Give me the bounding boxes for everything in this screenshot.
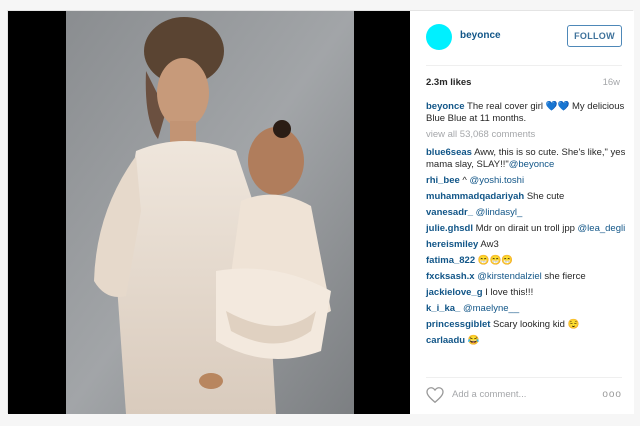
comment-text: 😁😁😁: [475, 255, 514, 266]
comment-mention[interactable]: @lindasyl_: [476, 207, 523, 218]
comment: princessgiblet Scary looking kid 😌: [426, 319, 626, 331]
comment: k_i_ka_ @maelyne__: [426, 303, 626, 315]
header-divider: [426, 65, 622, 66]
comment-username[interactable]: muhammadqadariyah: [426, 191, 524, 202]
caption-username[interactable]: beyonce: [426, 101, 465, 112]
follow-button[interactable]: FOLLOW: [567, 25, 622, 47]
post-age[interactable]: 16w: [603, 77, 620, 88]
post-media: [8, 11, 410, 414]
comment-mention[interactable]: @lea_degli: [578, 223, 626, 234]
comment-text: ^: [459, 175, 470, 186]
comment-username[interactable]: blue6seas: [426, 147, 472, 158]
comment: fatima_822 😁😁😁: [426, 255, 626, 267]
comment-text: I love this!!!: [482, 287, 534, 298]
post-username[interactable]: beyonce: [460, 30, 501, 41]
comment-username[interactable]: vanesadr_: [426, 207, 473, 218]
comment: fxcksash.x @kirstendalziel she fierce: [426, 271, 626, 283]
comment-username[interactable]: fxcksash.x: [426, 271, 475, 282]
comment-username[interactable]: julie.ghsdl: [426, 223, 473, 234]
comment-mention[interactable]: @beyonce: [509, 159, 555, 170]
caption: beyonce The real cover girl 💙💙 My delici…: [426, 101, 626, 125]
comment: vanesadr_ @lindasyl_: [426, 207, 626, 219]
heart-icon[interactable]: [426, 387, 444, 403]
post-modal: beyonce FOLLOW 2.3m likes 16w beyonce Th…: [7, 10, 634, 414]
likes-count[interactable]: 2.3m likes: [426, 77, 471, 88]
comment-mention[interactable]: @maelyne__: [463, 303, 519, 314]
comment-text: She cute: [524, 191, 565, 202]
comment: blue6seas Aww, this is so cute. She's li…: [426, 147, 626, 171]
comment: hereismiley Aw3: [426, 239, 626, 251]
comment-username[interactable]: carlaadu: [426, 335, 465, 346]
comments-list: beyonce The real cover girl 💙💙 My delici…: [426, 101, 626, 351]
photo-illustration: [66, 11, 354, 414]
comment-text: 😂: [465, 335, 480, 346]
comment: jackielove_g I love this!!!: [426, 287, 626, 299]
comment-text: Mdr on dirait un troll jpp: [472, 223, 578, 234]
comment: carlaadu 😂: [426, 335, 626, 347]
view-all-comments-link[interactable]: view all 53,068 comments: [426, 129, 626, 141]
avatar[interactable]: [426, 24, 452, 50]
comment-username[interactable]: hereismiley: [426, 239, 478, 250]
comment-mention[interactable]: @kirstendalziel: [477, 271, 542, 282]
comment-text: Aw3: [478, 239, 499, 250]
post-footer: Add a comment... ooo: [410, 377, 634, 414]
post-photo[interactable]: [66, 11, 354, 414]
comment-text: Scary looking kid 😌: [490, 319, 580, 330]
comment-text-after: she fierce: [541, 271, 586, 282]
comment-mention[interactable]: @yoshi.toshi: [470, 175, 525, 186]
comment-username[interactable]: k_i_ka_: [426, 303, 460, 314]
post-sidebar: beyonce FOLLOW 2.3m likes 16w beyonce Th…: [410, 11, 634, 414]
more-options-icon[interactable]: ooo: [602, 389, 622, 400]
add-comment-input[interactable]: Add a comment...: [452, 389, 526, 400]
comment-username[interactable]: jackielove_g: [426, 287, 483, 298]
comment-username[interactable]: fatima_822: [426, 255, 475, 266]
comment-username[interactable]: rhi_bee: [426, 175, 460, 186]
comment-username[interactable]: princessgiblet: [426, 319, 490, 330]
post-header: beyonce FOLLOW: [410, 11, 634, 65]
comment: rhi_bee ^ @yoshi.toshi: [426, 175, 626, 187]
comment: muhammadqadariyah She cute: [426, 191, 626, 203]
comment: julie.ghsdl Mdr on dirait un troll jpp @…: [426, 223, 626, 235]
